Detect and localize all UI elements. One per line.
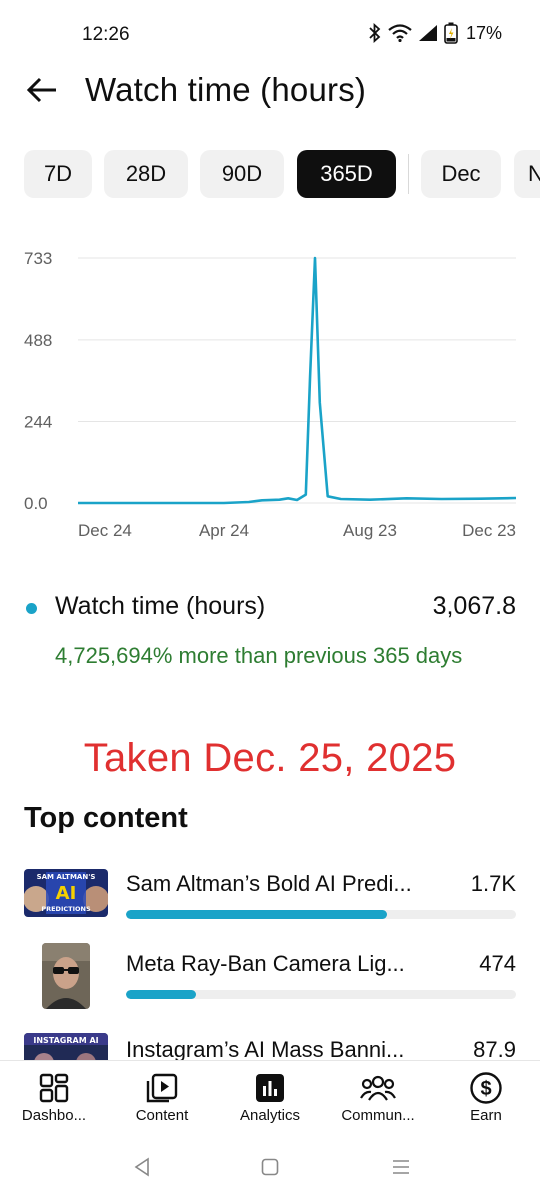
home-square-icon — [260, 1157, 280, 1182]
date-annotation: Taken Dec. 25, 2025 — [83, 736, 457, 780]
chip-label: N — [528, 161, 540, 186]
nav-label: Dashbo... — [21, 1107, 87, 1124]
nav-label: Content — [135, 1107, 189, 1124]
x-tick-label: Dec 23 — [462, 521, 516, 540]
content-bar — [126, 910, 516, 919]
status-time: 12:26 — [82, 24, 130, 45]
top-content-title: Top content — [24, 802, 188, 834]
chip-nov[interactable]: N — [514, 150, 540, 198]
content-bar-fill — [126, 990, 197, 999]
thumb-text: AI — [56, 883, 77, 904]
video-thumbnail: INSTAGRAM AI — [24, 1033, 108, 1060]
series-dot — [26, 603, 37, 614]
list-item[interactable]: INSTAGRAM AI Instagram’s AI Mass Banni..… — [0, 1031, 540, 1060]
thumb-text: INSTAGRAM AI — [33, 1036, 98, 1045]
status-bar: 12:26 17% — [0, 0, 540, 70]
watch-time-chart[interactable]: 733 488 244 0.0 Dec 24 Apr 24 Aug 23 Dec 23 — [0, 230, 540, 560]
video-thumbnail — [42, 943, 90, 1009]
content-title: Instagram’s AI Mass Banni... — [126, 1037, 405, 1060]
battery-charging-icon — [444, 22, 458, 44]
y-tick-label: 733 — [24, 249, 52, 268]
content-value: 87.9 — [473, 1037, 516, 1060]
thumb-text: PREDICTIONS — [41, 905, 91, 913]
nav-earn[interactable]: $ Earn — [432, 1061, 540, 1139]
top-content-list: SAM ALTMAN'S AI PREDICTIONS Sam Altman’s… — [0, 865, 540, 1060]
svg-text:$: $ — [480, 1078, 491, 1100]
y-tick-label: 244 — [24, 412, 52, 431]
chip-divider — [408, 154, 409, 194]
period-chips: 7D 28D 90D 365D Dec N — [24, 150, 540, 198]
back-triangle-icon — [132, 1157, 152, 1182]
signal-icon — [418, 24, 438, 42]
recents-menu-icon — [391, 1157, 411, 1182]
chip-label: Dec — [441, 161, 481, 186]
nav-content[interactable]: Content — [108, 1061, 216, 1139]
earn-icon: $ — [468, 1071, 504, 1105]
chart-svg: 733 488 244 0.0 Dec 24 Apr 24 Aug 23 Dec 23 — [24, 249, 517, 540]
community-icon — [360, 1071, 396, 1105]
y-tick-label: 488 — [24, 331, 52, 350]
status-icons: 17% — [368, 22, 502, 44]
series-line — [78, 256, 517, 505]
bottom-nav: Dashbo... Content Analytics Commun... $ … — [0, 1060, 540, 1138]
arrow-left-icon — [26, 76, 58, 109]
page-title: Watch time (hours) — [85, 71, 367, 108]
content-value: 1.7K — [470, 871, 516, 896]
chip-7d[interactable]: 7D — [24, 150, 92, 198]
header: Watch time (hours) — [0, 62, 540, 122]
content-icon — [144, 1071, 180, 1105]
metric-change: 4,725,694% more than previous 365 days — [55, 643, 463, 668]
system-home-button[interactable] — [250, 1154, 290, 1184]
wifi-icon — [388, 24, 412, 42]
chip-label: 365D — [320, 161, 373, 186]
content-title: Sam Altman’s Bold AI Predi... — [126, 871, 412, 896]
chip-365d[interactable]: 365D — [297, 150, 396, 198]
y-tick-label: 0.0 — [24, 494, 48, 513]
metric-label: Watch time (hours) — [55, 592, 266, 620]
x-tick-label: Aug 23 — [343, 521, 397, 540]
nav-analytics[interactable]: Analytics — [216, 1061, 324, 1139]
x-tick-label: Apr 24 — [199, 521, 249, 540]
bluetooth-icon — [368, 23, 382, 43]
metric-value: 3,067.8 — [432, 592, 516, 620]
content-title: Meta Ray-Ban Camera Lig... — [126, 951, 405, 976]
content-value: 474 — [479, 951, 516, 976]
nav-label: Analytics — [239, 1107, 301, 1124]
nav-label: Earn — [470, 1107, 502, 1124]
content-bar-fill — [126, 910, 388, 919]
dashboard-icon — [36, 1071, 72, 1105]
analytics-icon — [252, 1071, 288, 1105]
system-recents-button[interactable] — [381, 1154, 421, 1184]
back-button[interactable] — [20, 72, 64, 112]
chip-90d[interactable]: 90D — [200, 150, 284, 198]
screen: 12:26 17% Watch time (hours) 7D 28D 90D … — [0, 0, 540, 1200]
content-bar — [126, 990, 516, 999]
chip-label: 28D — [125, 161, 167, 186]
list-item[interactable]: SAM ALTMAN'S AI PREDICTIONS Sam Altman’s… — [0, 865, 540, 945]
list-item[interactable]: Meta Ray-Ban Camera Lig... 474 — [0, 943, 540, 1025]
thumb-text: SAM ALTMAN'S — [37, 873, 96, 881]
nav-label: Commun... — [341, 1107, 415, 1124]
chip-28d[interactable]: 28D — [104, 150, 188, 198]
nav-dashboard[interactable]: Dashbo... — [0, 1061, 108, 1139]
nav-community[interactable]: Commun... — [324, 1061, 432, 1139]
video-thumbnail: SAM ALTMAN'S AI PREDICTIONS — [24, 869, 108, 917]
chip-dec[interactable]: Dec — [421, 150, 501, 198]
x-tick-label: Dec 24 — [78, 521, 132, 540]
system-nav — [0, 1140, 540, 1200]
battery-percent: 17% — [465, 22, 502, 43]
chip-label: 7D — [43, 161, 73, 186]
chip-label: 90D — [221, 161, 263, 186]
system-back-button[interactable] — [122, 1154, 162, 1184]
